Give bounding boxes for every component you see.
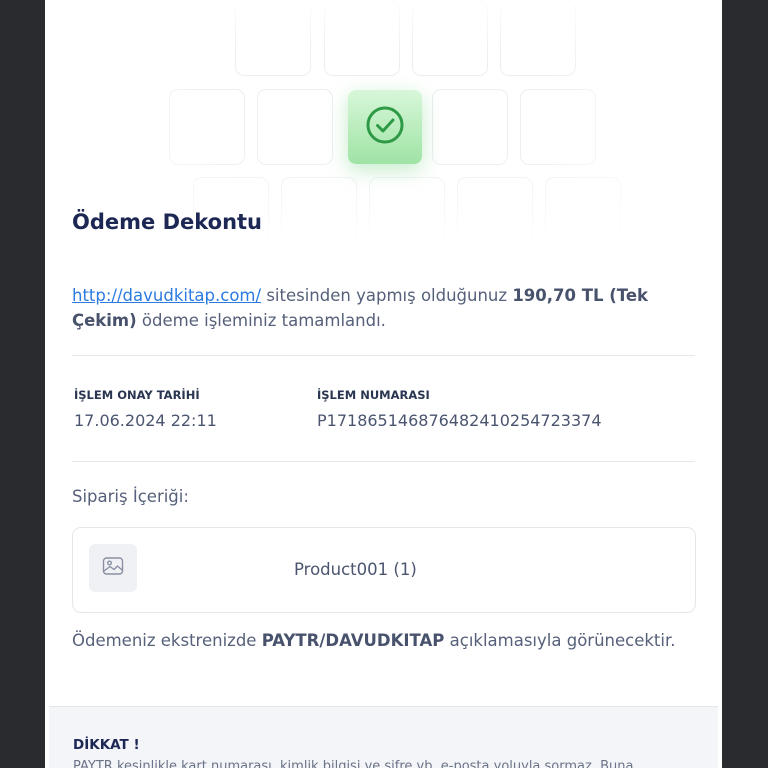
payment-receipt: Ödeme Dekontu http://davudkitap.com/ sit… <box>45 0 722 768</box>
approval-date-label: İŞLEM ONAY TARİHİ <box>74 388 200 402</box>
warning-title: DİKKAT ! <box>73 737 140 753</box>
statement-text: Ödemeniz ekstrenizde <box>72 631 262 650</box>
image-placeholder-icon <box>101 554 125 582</box>
divider <box>72 355 695 356</box>
check-circle-icon <box>365 105 405 149</box>
transaction-number-label: İŞLEM NUMARASI <box>317 388 430 402</box>
product-thumbnail <box>89 544 137 592</box>
summary-text-end: ödeme işleminiz tamamlandı. <box>136 311 386 330</box>
payment-summary: http://davudkitap.com/ sitesinden yapmış… <box>72 283 672 333</box>
list-item: Product001 (1) <box>72 527 696 613</box>
merchant-site-link[interactable]: http://davudkitap.com/ <box>72 286 261 305</box>
order-contents-label: Sipariş İçeriği: <box>72 487 189 506</box>
statement-note: Ödemeniz ekstrenizde PAYTR/DAVUDKITAP aç… <box>72 631 692 650</box>
warning-box: DİKKAT ! PAYTR kesinlikle kart numarası,… <box>49 706 718 768</box>
statement-merchant: PAYTR/DAVUDKITAP <box>261 631 445 650</box>
divider <box>72 461 695 462</box>
statement-text-end: açıklamasıyla görünecektir. <box>444 631 676 650</box>
warning-text: PAYTR kesinlikle kart numarası, kimlik b… <box>73 759 634 768</box>
success-badge <box>348 90 422 164</box>
summary-text: sitesinden yapmış olduğunuz <box>261 286 513 305</box>
approval-date-value: 17.06.2024 22:11 <box>74 411 217 430</box>
page-title: Ödeme Dekontu <box>72 210 263 234</box>
transaction-number-value: P17186514687648241025472337​4 <box>317 411 602 430</box>
product-name: Product001 (1) <box>294 560 417 579</box>
